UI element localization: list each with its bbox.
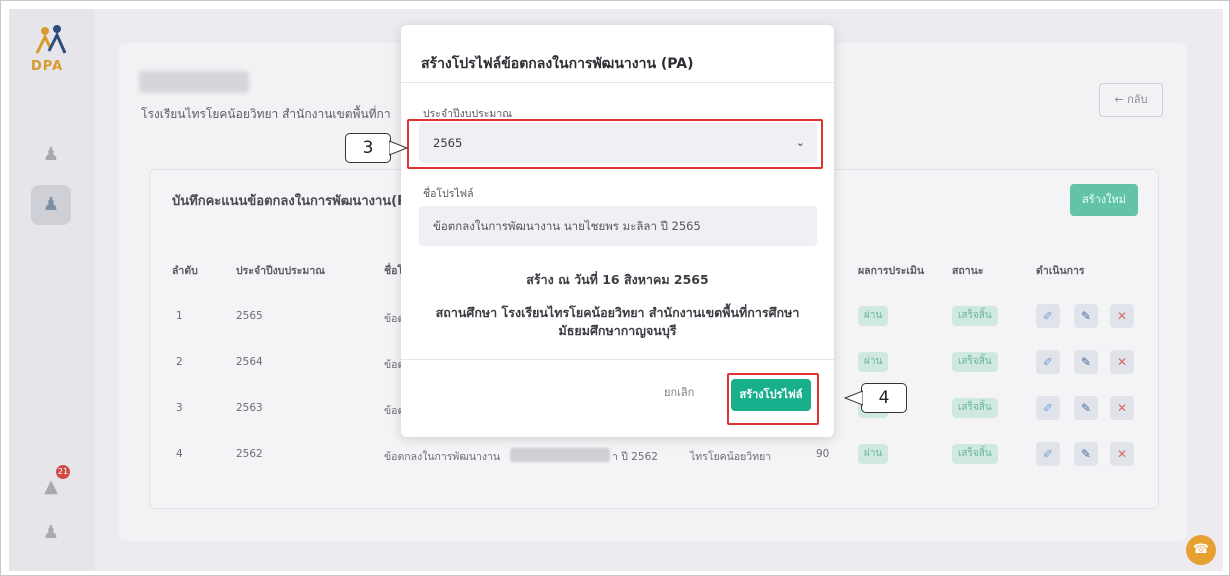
view-icon[interactable]: ✐	[1036, 396, 1060, 420]
app-logo[interactable]: DPA	[31, 23, 73, 75]
highlight-year-select	[407, 119, 823, 169]
edit-icon[interactable]: ✎	[1074, 304, 1098, 328]
modal-divider	[401, 82, 834, 83]
column-result: ผลการประเมิน	[858, 265, 925, 277]
cell-year: 2564	[236, 356, 263, 368]
cell-year: 2562	[236, 448, 263, 460]
cancel-button[interactable]: ยกเลิก	[664, 383, 694, 401]
users-icon[interactable]: ♟	[31, 185, 71, 225]
column-status: สถานะ	[952, 265, 984, 277]
edit-icon[interactable]: ✎	[1074, 396, 1098, 420]
cell-name-tail: า ปี 2562	[612, 451, 658, 463]
edit-icon[interactable]: ✎	[1074, 442, 1098, 466]
cell-school: ไทรโยคน้อยวิทยา	[690, 451, 772, 463]
cell-year: 2563	[236, 402, 263, 414]
delete-icon[interactable]: ✕	[1110, 442, 1134, 466]
result-badge: ผ่าน	[858, 444, 889, 464]
logo-figures-icon	[35, 25, 67, 54]
status-badge: เสร็จสิ้น	[952, 306, 998, 326]
add-user-icon[interactable]: ♟	[39, 143, 63, 167]
view-icon[interactable]: ✐	[1036, 304, 1060, 328]
school-text: สถานศึกษา โรงเรียนไทรโยคน้อยวิทยา สำนักง…	[435, 305, 800, 338]
status-badge: เสร็จสิ้น	[952, 352, 998, 372]
view-icon[interactable]: ✐	[1036, 442, 1060, 466]
highlight-create-button	[727, 373, 819, 425]
notification-badge: 21	[56, 465, 70, 479]
step-3-callout: 3	[345, 133, 391, 163]
callout-pointer-icon	[389, 140, 409, 156]
cell-no: 2	[176, 356, 183, 368]
created-date-text: สร้าง ณ วันที่ 16 สิงหาคม 2565	[526, 272, 709, 287]
profile-name-field[interactable]: ข้อตกลงในการพัฒนางาน นายไชยพร มะลิลา ปี …	[419, 206, 817, 246]
sidebar: DPA ♟ ♟ ▲ 21 ♟	[9, 9, 95, 571]
edit-icon[interactable]: ✎	[1074, 350, 1098, 374]
result-badge: ผ่าน	[858, 306, 889, 326]
screenshot-frame: DPA ♟ ♟ ▲ 21 ♟ โรงเรียนไทรโยคน้อยวิทยา ส…	[0, 0, 1230, 576]
records-title: บันทึกคะแนนข้อตกลงในการพัฒนางาน(P	[172, 194, 407, 209]
status-badge: เสร็จสิ้น	[952, 398, 998, 418]
redacted-text	[510, 448, 610, 462]
step-4-callout: 4	[861, 383, 907, 413]
delete-icon[interactable]: ✕	[1110, 350, 1134, 374]
profile-name-label: ชื่อโปรไฟล์	[423, 188, 474, 200]
cell-score: 90	[816, 448, 830, 460]
column-action: ดำเนินการ	[1036, 265, 1085, 277]
profile-icon[interactable]: ♟	[39, 521, 63, 545]
help-chat-icon[interactable]: ☎	[1186, 535, 1216, 565]
result-badge: ผ่าน	[858, 352, 889, 372]
school-line: โรงเรียนไทรโยคน้อยวิทยา สำนักงานเขตพื้นท…	[141, 107, 391, 121]
callout-pointer-icon	[843, 390, 863, 406]
view-icon[interactable]: ✐	[1036, 350, 1060, 374]
redacted-name	[139, 71, 249, 93]
modal-footer-divider	[401, 359, 834, 360]
modal-title: สร้างโปรไฟล์ข้อตกลงในการพัฒนางาน (PA)	[421, 56, 694, 72]
cell-no: 1	[176, 310, 183, 322]
column-year: ประจำปีงบประมาณ	[236, 265, 325, 277]
back-button[interactable]: ← กลับ	[1099, 83, 1163, 117]
cell-name: ข้อตกลงในการพัฒนางาน	[384, 451, 501, 463]
cell-no: 3	[176, 402, 183, 414]
delete-icon[interactable]: ✕	[1110, 304, 1134, 328]
logo-text: DPA	[31, 59, 64, 74]
bell-icon[interactable]: ▲	[39, 475, 63, 499]
delete-icon[interactable]: ✕	[1110, 396, 1134, 420]
cell-year: 2565	[236, 310, 263, 322]
create-new-button[interactable]: สร้างใหม่	[1070, 184, 1138, 216]
cell-no: 4	[176, 448, 183, 460]
column-no: ลำดับ	[172, 265, 198, 277]
status-badge: เสร็จสิ้น	[952, 444, 998, 464]
